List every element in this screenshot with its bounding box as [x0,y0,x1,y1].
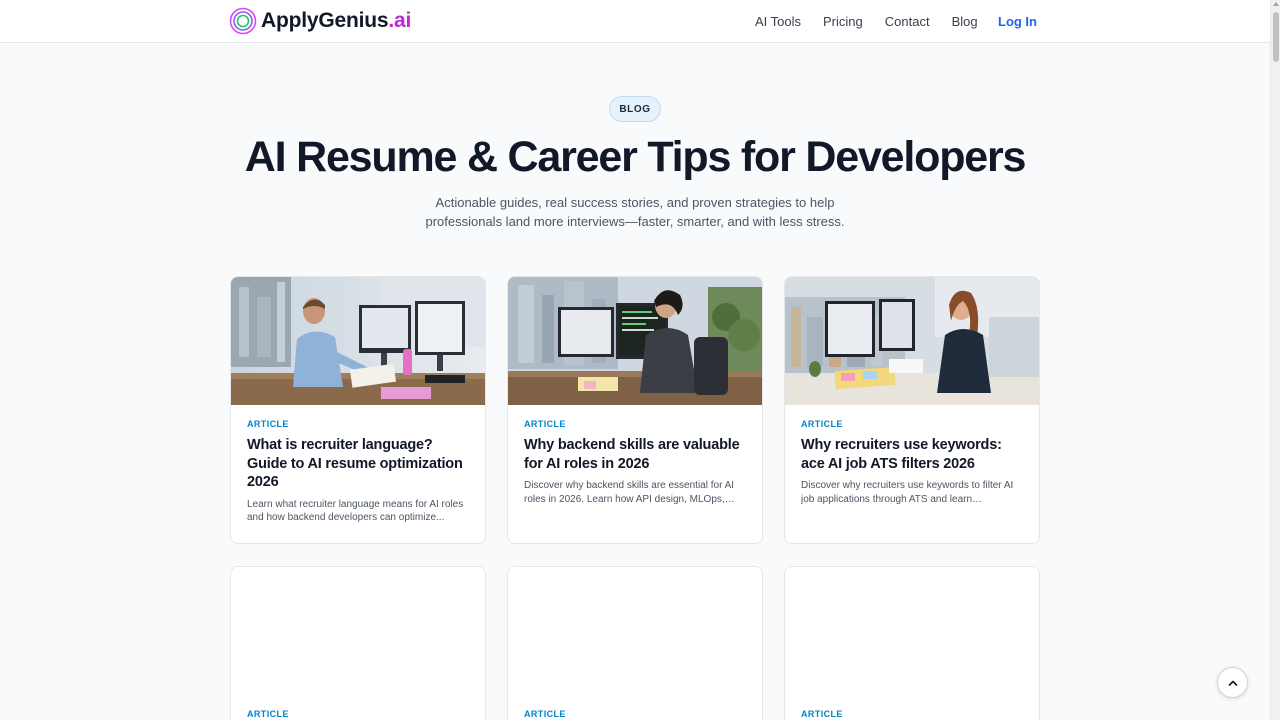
nav-ai-tools[interactable]: AI Tools [755,14,801,29]
scroll-thumb[interactable] [1273,12,1279,62]
nav-pricing[interactable]: Pricing [823,14,863,29]
article-image[interactable] [508,277,762,405]
nav-links: AI Tools Pricing Contact Blog [740,0,1000,43]
article-excerpt: Discover why recruiters use keywords to … [801,480,1014,505]
logo-suffix: .ai [388,9,412,32]
logo-main: ApplyGenius [261,9,389,32]
article-image-placeholder[interactable] [231,567,485,695]
article-category: ARTICLE [247,709,289,719]
article-card[interactable]: ARTICLE [507,566,763,720]
page-subtitle: Actionable guides, real success stories,… [425,195,845,229]
login-link[interactable]: Log In [998,14,1037,29]
logo[interactable]: ApplyGenius.ai [229,7,411,35]
article-title[interactable]: Why recruiters use keywords: ace AI job … [801,436,1023,473]
page-title: AI Resume & Career Tips for Developers [244,133,1027,181]
article-excerpt: Learn what recruiter language means for … [247,498,464,524]
article-image[interactable] [785,277,1039,405]
article-title[interactable]: Why backend skills are valuable for AI r… [524,436,746,473]
article-category: ARTICLE [524,709,566,719]
article-category: ARTICLE [247,419,289,429]
article-image-placeholder[interactable] [785,567,1039,695]
article-card[interactable]: ARTICLE [784,566,1040,720]
article-card[interactable]: ARTICLE [230,566,486,720]
nav-blog[interactable]: Blog [952,14,978,29]
article-card[interactable]: ARTICLE Why recruiters use keywords: ace… [784,276,1040,544]
article-image[interactable] [231,277,485,405]
article-card[interactable]: ARTICLE Why backend skills are valuable … [507,276,763,544]
logo-text: ApplyGenius.ai [261,9,411,33]
article-category: ARTICLE [801,709,843,719]
article-category: ARTICLE [801,419,843,429]
chevron-up-icon [1228,680,1237,686]
nav-contact[interactable]: Contact [885,14,930,29]
article-card[interactable]: ARTICLE What is recruiter language? Guid… [230,276,486,544]
article-title[interactable]: What is recruiter language? Guide to AI … [247,436,469,492]
logo-rings-icon [229,7,257,35]
back-to-top-button[interactable] [1217,667,1248,698]
article-excerpt: Discover why backend skills are essentia… [524,480,735,505]
top-navbar: ApplyGenius.ai AI Tools Pricing Contact … [0,0,1270,43]
page-scrollbar[interactable] [1270,0,1280,720]
article-category: ARTICLE [524,419,566,429]
blog-badge: BLOG [609,96,661,122]
scroll-up-arrow-icon[interactable] [1273,2,1279,6]
article-image-placeholder[interactable] [508,567,762,695]
